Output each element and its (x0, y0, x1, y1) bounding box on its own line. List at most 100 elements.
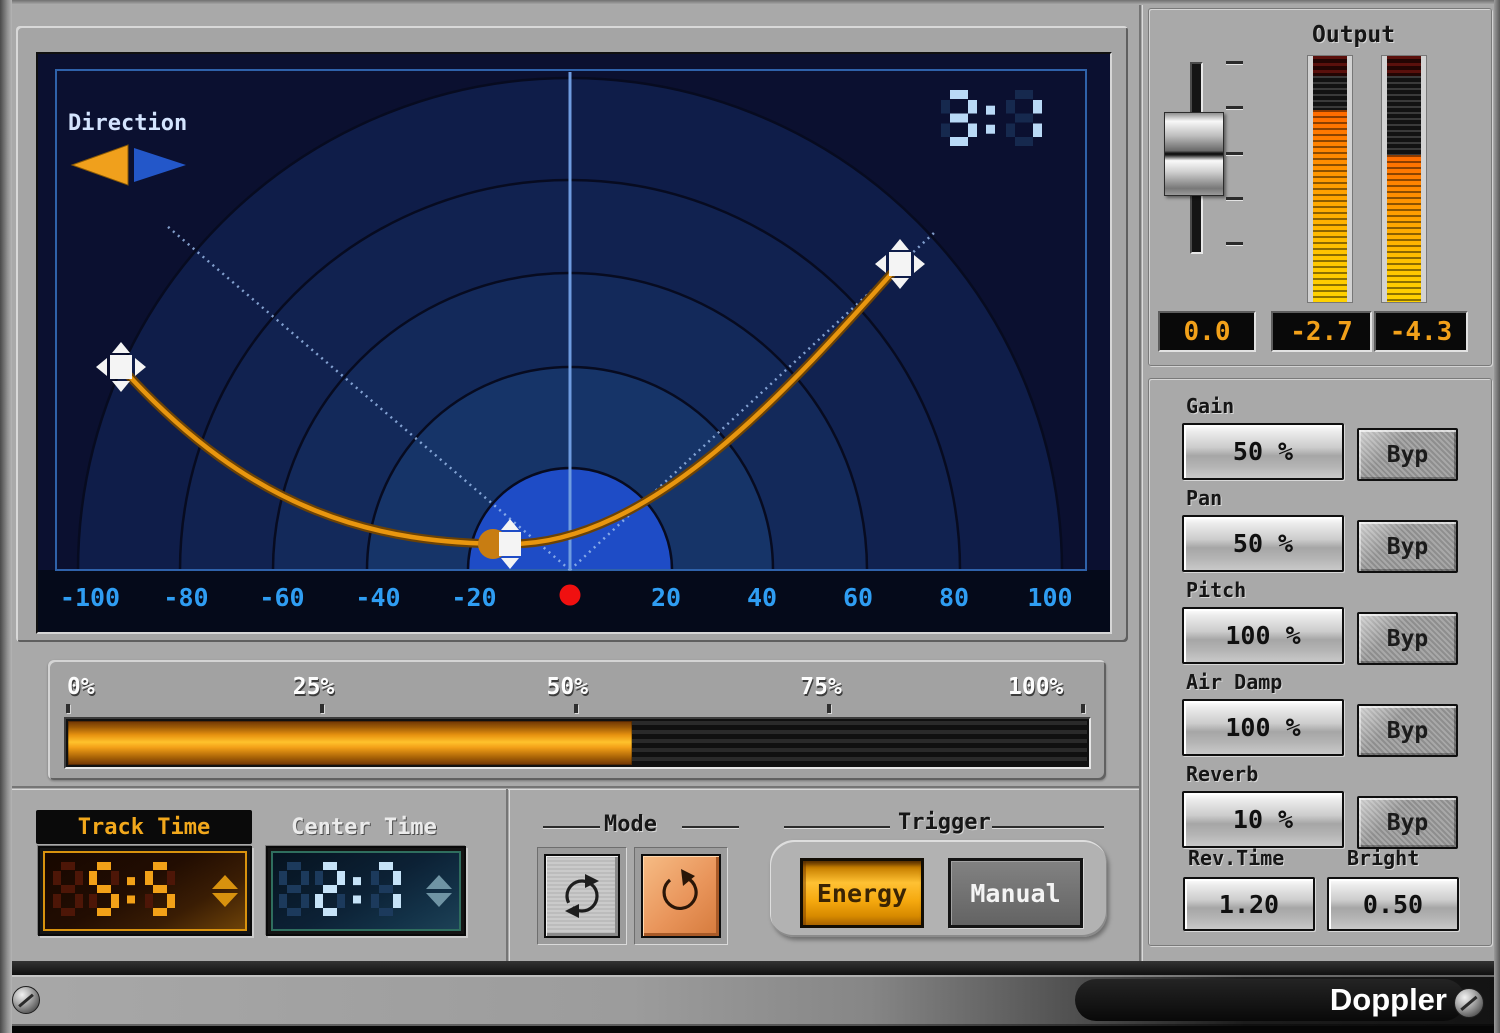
main-display: -100 -80 -60 -40 -20 20 40 60 80 100 Direction (36, 52, 1112, 634)
direction-label: Direction (68, 111, 187, 136)
fader-tick (1226, 242, 1243, 245)
rev-time-label: Rev.Time (1188, 846, 1284, 870)
doppler-plugin-window: -100 -80 -60 -40 -20 20 40 60 80 100 Direction 0% 2… (0, 0, 1500, 1033)
percent-label: 50% (547, 674, 589, 700)
center-time-lcd[interactable] (271, 851, 461, 931)
trajectory-display[interactable]: -100 -80 -60 -40 -20 20 40 60 80 100 Direction (38, 54, 1110, 632)
mode-cycle-plate (537, 847, 627, 945)
output-meter-left (1308, 56, 1352, 302)
percent-label: 100% (1008, 674, 1063, 700)
window-edge (0, 0, 1500, 5)
meter-body (1313, 76, 1347, 302)
percent-label: 0% (67, 674, 95, 700)
axis-label: -60 (259, 583, 304, 612)
trigger-button-group: Energy Manual (770, 840, 1107, 937)
spin-down-icon[interactable] (426, 893, 452, 907)
axis-label: -100 (60, 583, 120, 612)
trigger-header-line (784, 826, 890, 829)
pitch-value-button[interactable]: 100 % (1182, 607, 1344, 664)
percent-tick (66, 704, 70, 713)
bottom-edge (0, 1026, 1500, 1033)
spin-up-icon[interactable] (426, 875, 452, 889)
travel-progress-panel: 0%25%50%75%100% (48, 660, 1106, 780)
mode-header-line (682, 826, 739, 829)
output-fader-thumb[interactable] (1164, 112, 1224, 196)
axis-label: 60 (843, 583, 873, 612)
track-time-spinner[interactable] (212, 874, 238, 908)
mode-oneshot-plate (634, 847, 728, 945)
fader-tick (1226, 106, 1243, 109)
meter-peak-zone (1313, 56, 1347, 76)
pitch-bypass-button[interactable]: Byp (1357, 612, 1458, 665)
gain-value-button[interactable]: 50 % (1182, 423, 1344, 480)
air-damp-label: Air Damp (1186, 670, 1282, 694)
air-damp-value-button[interactable]: 100 % (1182, 699, 1344, 756)
output-readout: -2.7 (1271, 311, 1372, 352)
travel-progress-bar (64, 717, 1091, 769)
center-time-display[interactable] (266, 846, 466, 936)
axis-label: 20 (651, 583, 681, 612)
track-time-lcd[interactable] (43, 851, 247, 931)
meter-body (1387, 76, 1421, 302)
plugin-title: Doppler (1075, 979, 1465, 1021)
window-edge (1494, 0, 1500, 1033)
divider (1139, 0, 1143, 961)
screw-icon (12, 986, 40, 1014)
pitch-label: Pitch (1186, 578, 1246, 602)
fader-tick (1226, 197, 1243, 200)
cycle-loop-icon (558, 867, 606, 925)
center-time-label: Center Time (266, 812, 462, 842)
output-label: Output (1312, 22, 1395, 48)
trigger-manual-button[interactable]: Manual (948, 858, 1083, 928)
mode-section-label: Mode (604, 812, 657, 837)
track-time-digits (45, 853, 205, 927)
fader-tick (1226, 61, 1243, 64)
axis-label: 80 (939, 583, 969, 612)
reverb-label: Reverb (1186, 762, 1258, 786)
axis-label: 100 (1027, 583, 1072, 612)
mode-cycle-button[interactable] (544, 854, 620, 938)
output-readout: -4.3 (1374, 311, 1468, 352)
divider (506, 789, 510, 961)
one-shot-loop-icon (657, 867, 705, 925)
rev-time-value-button[interactable]: 1.20 (1183, 877, 1315, 931)
axis-label: 40 (747, 583, 777, 612)
percent-tick (1081, 704, 1085, 713)
window-edge (0, 0, 12, 1033)
bright-label: Bright (1347, 846, 1419, 870)
gain-bypass-button[interactable]: Byp (1357, 428, 1458, 481)
spin-down-icon[interactable] (212, 893, 238, 907)
center-time-digits (273, 853, 423, 927)
divider (0, 786, 1141, 790)
reverb-bypass-button[interactable]: Byp (1357, 796, 1458, 849)
track-time-label: Track Time (36, 810, 252, 844)
pan-bypass-button[interactable]: Byp (1357, 520, 1458, 573)
percent-tick (320, 704, 324, 713)
gain-label: Gain (1186, 394, 1234, 418)
spin-up-icon[interactable] (212, 875, 238, 889)
axis-label: -40 (355, 583, 400, 612)
pan-label: Pan (1186, 486, 1222, 510)
percent-tick (827, 704, 831, 713)
bright-value-button[interactable]: 0.50 (1327, 877, 1459, 931)
output-meter-right (1382, 56, 1426, 302)
reverb-value-button[interactable]: 10 % (1182, 791, 1344, 848)
air-damp-bypass-button[interactable]: Byp (1357, 704, 1458, 757)
meter-level (1387, 155, 1421, 302)
trigger-header-line (992, 826, 1104, 829)
screw-icon (1454, 988, 1484, 1018)
percent-tick (574, 704, 578, 713)
axis-label: -20 (451, 583, 496, 612)
mode-header-line (543, 826, 600, 829)
pan-value-button[interactable]: 50 % (1182, 515, 1344, 572)
fader-tick (1226, 152, 1243, 155)
center-time-spinner[interactable] (426, 874, 452, 908)
trigger-energy-button[interactable]: Energy (800, 858, 924, 928)
axis-label: -80 (163, 583, 208, 612)
trigger-section-label: Trigger (898, 810, 991, 835)
track-time-display[interactable] (38, 846, 252, 936)
mode-oneshot-button[interactable] (641, 854, 721, 938)
progress-fill (68, 721, 632, 765)
percent-label: 25% (293, 674, 335, 700)
meter-peak-zone (1387, 56, 1421, 76)
